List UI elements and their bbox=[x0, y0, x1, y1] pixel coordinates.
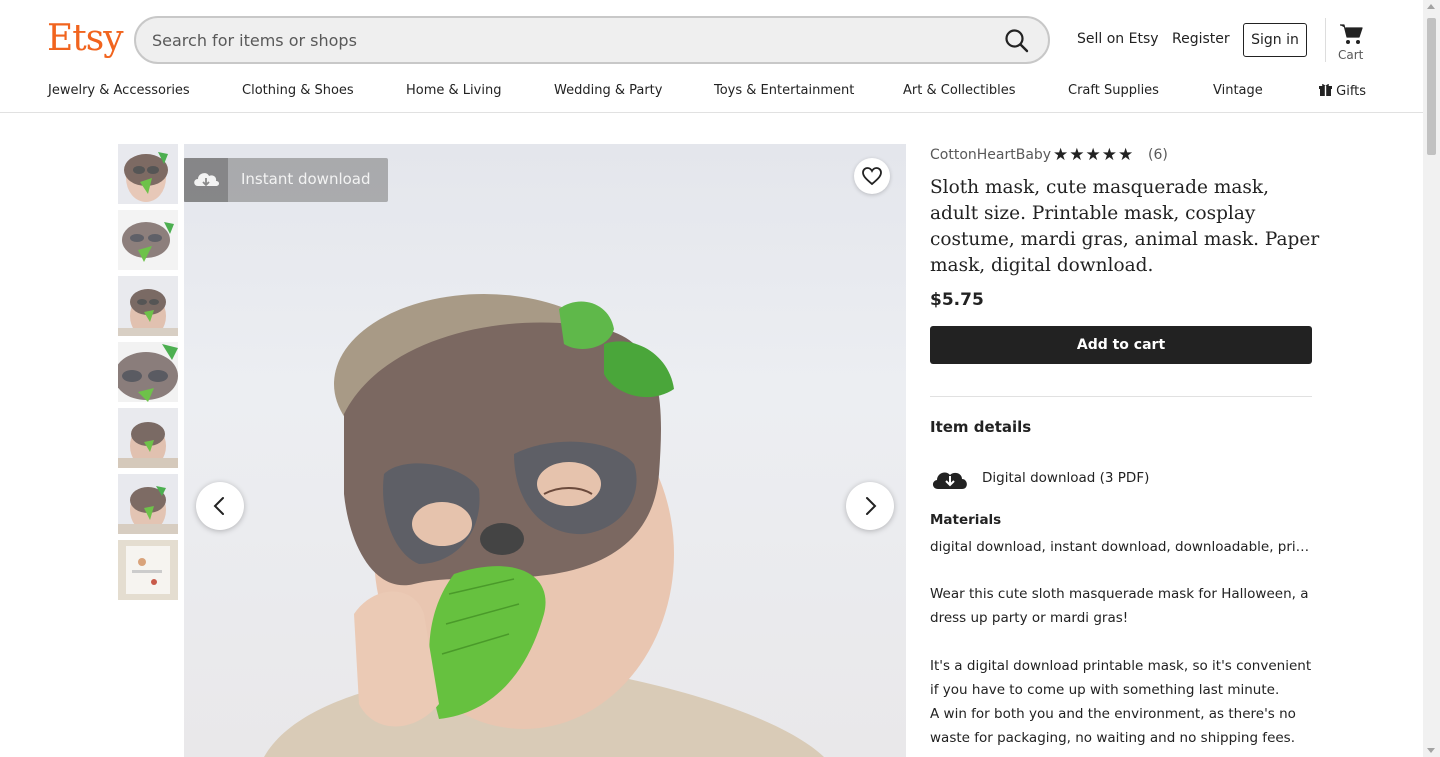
listing-price: $5.75 bbox=[930, 290, 984, 310]
search-icon[interactable] bbox=[1004, 28, 1030, 54]
digital-download-text: Digital download (3 PDF) bbox=[982, 470, 1150, 486]
nav-clothing[interactable]: Clothing & Shoes bbox=[242, 83, 354, 98]
cart-label[interactable]: Cart bbox=[1338, 48, 1363, 62]
sign-in-button[interactable]: Sign in bbox=[1243, 23, 1307, 57]
description-paragraph-1: Wear this cute sloth masquerade mask for… bbox=[930, 586, 1309, 626]
search-input[interactable] bbox=[152, 28, 992, 52]
favorite-button[interactable] bbox=[854, 158, 890, 194]
nav-art[interactable]: Art & Collectibles bbox=[903, 83, 1015, 98]
scroll-down-arrow[interactable] bbox=[1427, 748, 1435, 753]
header-divider bbox=[1325, 18, 1326, 62]
description-paragraph-3: A win for both you and the environment, … bbox=[930, 706, 1296, 746]
search-bar[interactable] bbox=[134, 16, 1050, 64]
nav-wedding-party[interactable]: Wedding & Party bbox=[554, 83, 662, 98]
etsy-logo[interactable]: Etsy bbox=[47, 18, 124, 59]
scroll-up-arrow[interactable] bbox=[1427, 4, 1435, 9]
add-to-cart-button[interactable]: Add to cart bbox=[930, 326, 1312, 364]
thumbnail-6[interactable] bbox=[118, 474, 178, 534]
item-details-heading[interactable]: Item details bbox=[930, 418, 1031, 436]
sell-on-etsy-link[interactable]: Sell on Etsy bbox=[1077, 31, 1159, 47]
site-header: Etsy Sell on Etsy Register Sign in Cart … bbox=[0, 0, 1423, 113]
gift-icon bbox=[1319, 84, 1332, 96]
heart-icon bbox=[862, 167, 882, 186]
scroll-thumb[interactable] bbox=[1427, 18, 1436, 155]
next-image-button[interactable] bbox=[846, 482, 894, 530]
nav-craft[interactable]: Craft Supplies bbox=[1068, 83, 1159, 98]
chevron-right-icon bbox=[866, 497, 877, 515]
category-nav: Jewelry & Accessories Clothing & Shoes H… bbox=[0, 83, 1423, 105]
section-divider bbox=[930, 396, 1312, 397]
star-rating[interactable]: ★★★★★ bbox=[1053, 145, 1134, 165]
listing-title: Sloth mask, cute masquerade mask, adult … bbox=[930, 177, 1320, 276]
nav-jewelry[interactable]: Jewelry & Accessories bbox=[48, 83, 190, 98]
previous-image-button[interactable] bbox=[196, 482, 244, 530]
nav-vintage[interactable]: Vintage bbox=[1213, 83, 1263, 98]
shop-name-link[interactable]: CottonHeartBaby bbox=[930, 147, 1051, 163]
main-product-image[interactable]: Instant download bbox=[184, 144, 906, 757]
materials-heading: Materials bbox=[930, 512, 1002, 528]
cloud-download-icon bbox=[184, 158, 228, 202]
instant-download-label: Instant download bbox=[241, 170, 371, 188]
thumbnail-5[interactable] bbox=[118, 408, 178, 468]
thumbnail-4[interactable] bbox=[118, 342, 178, 402]
nav-gifts-label: Gifts bbox=[1336, 84, 1367, 99]
instant-download-badge: Instant download bbox=[184, 158, 388, 202]
thumbnail-7[interactable] bbox=[118, 540, 178, 600]
materials-list: digital download, instant download, down… bbox=[930, 539, 1312, 555]
review-count[interactable]: (6) bbox=[1148, 147, 1168, 163]
description-paragraph-2: It's a digital download printable mask, … bbox=[930, 658, 1312, 698]
nav-toys[interactable]: Toys & Entertainment bbox=[714, 83, 854, 98]
chevron-left-icon bbox=[213, 497, 224, 515]
page-scrollbar[interactable] bbox=[1423, 0, 1440, 757]
sloth-mask-photo bbox=[264, 294, 824, 757]
nav-home-living[interactable]: Home & Living bbox=[406, 83, 501, 98]
thumbnail-3[interactable] bbox=[118, 276, 178, 336]
register-link[interactable]: Register bbox=[1172, 31, 1230, 47]
digital-download-icon bbox=[930, 467, 970, 491]
thumbnail-1[interactable] bbox=[118, 144, 178, 204]
nav-gifts[interactable]: Gifts bbox=[1319, 83, 1366, 99]
thumbnail-2[interactable] bbox=[118, 210, 178, 270]
